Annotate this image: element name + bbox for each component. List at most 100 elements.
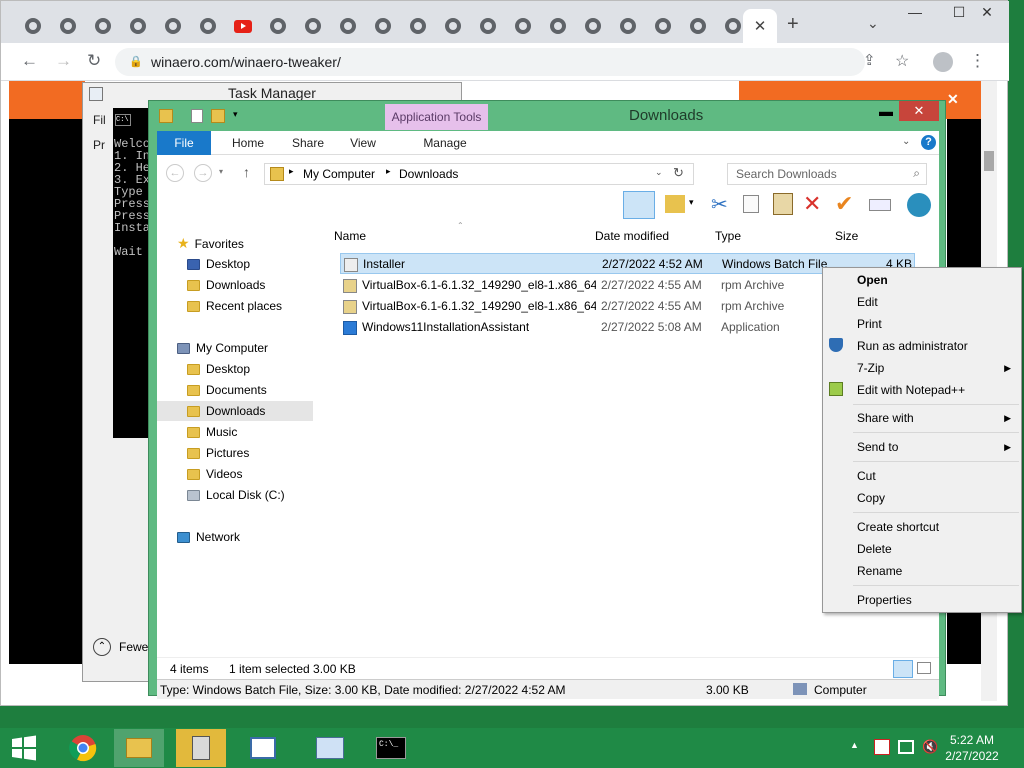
browser-tab[interactable] [86, 9, 120, 43]
browser-tab[interactable] [576, 9, 610, 43]
close-button[interactable]: ✕ [899, 101, 939, 121]
minimize-button[interactable]: — [893, 1, 937, 23]
properties-icon[interactable] [869, 199, 891, 211]
column-type[interactable]: Type [715, 229, 741, 243]
breadcrumb-my-computer[interactable]: My Computer [303, 167, 375, 181]
close-button[interactable]: ✕ [965, 1, 1009, 23]
browser-tab[interactable] [436, 9, 470, 43]
reload-icon[interactable]: ↻ [87, 51, 101, 71]
nav-downloads[interactable]: Downloads [187, 275, 265, 295]
browser-tab[interactable] [296, 9, 330, 43]
menu-open[interactable]: Open [823, 269, 1021, 291]
network-globe-icon[interactable] [907, 193, 931, 217]
system-clock[interactable]: 5:22 AM 2/27/2022 [942, 732, 1002, 764]
menu-edit[interactable]: Edit [823, 291, 1021, 313]
show-hidden-icons-icon[interactable]: ▲ [850, 740, 859, 750]
taskbar-app[interactable] [238, 729, 288, 767]
forward-arrow-icon[interactable]: → [55, 51, 72, 71]
rename-check-icon[interactable]: ✔ [835, 191, 853, 217]
help-icon[interactable]: ? [921, 135, 936, 150]
tab-home[interactable]: Home [223, 131, 273, 155]
menu-rename[interactable]: Rename [823, 560, 1021, 582]
scrollbar-thumb[interactable] [984, 151, 994, 171]
copy-icon[interactable] [743, 195, 759, 213]
browser-tab[interactable] [156, 9, 190, 43]
browser-tab[interactable] [121, 9, 155, 43]
nav-desktop[interactable]: Desktop [187, 359, 250, 379]
browser-tab[interactable] [16, 9, 50, 43]
customize-qat-icon[interactable]: ▾ [233, 109, 238, 120]
address-bar[interactable]: 🔒 winaero.com/winaero-tweaker/ [115, 48, 865, 76]
menu-send-to[interactable]: Send to ▶ [823, 436, 1021, 458]
network-status-icon[interactable] [898, 740, 914, 754]
menu-edit-notepadpp[interactable]: Edit with Notepad++ [823, 379, 1021, 401]
move-to-icon[interactable] [665, 195, 685, 213]
browser-tab-active[interactable]: ✕ [743, 9, 777, 43]
refresh-icon[interactable]: ↻ [673, 165, 684, 181]
ribbon-expand-icon[interactable]: ⌄ [902, 136, 910, 147]
nav-local-disk[interactable]: Local Disk (C:) [187, 485, 285, 505]
nav-desktop[interactable]: Desktop [187, 254, 250, 274]
forward-arrow-icon[interactable]: → [194, 164, 212, 182]
browser-tab[interactable] [611, 9, 645, 43]
menu-dots-icon[interactable]: ⋮ [969, 51, 986, 71]
properties-icon[interactable] [191, 109, 203, 123]
browser-tab[interactable] [191, 9, 225, 43]
new-folder-icon[interactable] [211, 109, 225, 123]
menu-7zip[interactable]: 7-Zip ▶ [823, 357, 1021, 379]
tab-manage[interactable]: Manage [395, 131, 495, 155]
browser-tab[interactable] [366, 9, 400, 43]
menu-properties[interactable]: Properties [823, 589, 1021, 611]
browser-tab[interactable] [471, 9, 505, 43]
menu-create-shortcut[interactable]: Create shortcut [823, 516, 1021, 538]
column-date-modified[interactable]: Date modified [595, 229, 669, 243]
back-arrow-icon[interactable]: ← [21, 51, 38, 71]
browser-tab[interactable] [506, 9, 540, 43]
new-tab-button[interactable]: + [787, 13, 799, 36]
taskbar-task-manager[interactable] [305, 729, 355, 767]
recent-locations-icon[interactable]: ▾ [219, 167, 223, 176]
browser-tab[interactable] [51, 9, 85, 43]
browser-tab-youtube[interactable] [226, 9, 260, 43]
tab-close-icon[interactable]: ✕ [754, 17, 767, 35]
nav-music[interactable]: Music [187, 422, 237, 442]
up-arrow-icon[interactable]: ↑ [243, 164, 250, 180]
browser-tab[interactable] [261, 9, 295, 43]
tab-file[interactable]: File [157, 131, 211, 155]
nav-downloads-selected[interactable]: Downloads [157, 401, 313, 421]
details-view-icon[interactable] [893, 660, 913, 678]
nav-documents[interactable]: Documents [187, 380, 267, 400]
start-button[interactable] [0, 729, 48, 767]
browser-tab[interactable] [646, 9, 680, 43]
tab-share[interactable]: Share [283, 131, 333, 155]
taskbar-chrome[interactable] [58, 729, 108, 767]
breadcrumb-bar[interactable]: ▸ My Computer ▸ Downloads ⌄ ↻ [264, 163, 694, 185]
large-icons-view-icon[interactable] [917, 662, 931, 674]
breadcrumb-downloads[interactable]: Downloads [399, 167, 458, 181]
nav-pictures[interactable]: Pictures [187, 443, 249, 463]
nav-videos[interactable]: Videos [187, 464, 242, 484]
taskbar-calculator[interactable] [176, 729, 226, 767]
menu-copy[interactable]: Copy [823, 487, 1021, 509]
dropdown-icon[interactable]: ▾ [689, 197, 694, 208]
menu-print[interactable]: Print [823, 313, 1021, 335]
tab-view[interactable]: View [341, 131, 385, 155]
share-icon[interactable]: ⇪ [863, 51, 876, 69]
delete-icon[interactable]: ✕ [803, 191, 821, 217]
browser-tab[interactable] [681, 9, 715, 43]
paste-icon[interactable] [773, 193, 793, 215]
menu-run-as-admin[interactable]: Run as administrator [823, 335, 1021, 357]
menu-delete[interactable]: Delete [823, 538, 1021, 560]
cut-icon[interactable]: ✂ [711, 192, 728, 217]
menu-share-with[interactable]: Share with ▶ [823, 407, 1021, 429]
browser-tab[interactable] [541, 9, 575, 43]
browser-tab[interactable] [401, 9, 435, 43]
tab-processes[interactable]: Pr [93, 138, 105, 152]
menu-file[interactable]: Fil [93, 113, 106, 127]
nav-favorites[interactable]: ★ Favorites [177, 233, 244, 253]
bookmark-star-icon[interactable]: ☆ [895, 51, 909, 71]
nav-recent-places[interactable]: Recent places [187, 296, 282, 316]
taskbar-cmd[interactable]: C:\_ [366, 729, 416, 767]
volume-muted-icon[interactable]: 🔇 [922, 739, 938, 755]
fewer-details-icon[interactable]: ⌃ [93, 638, 111, 656]
